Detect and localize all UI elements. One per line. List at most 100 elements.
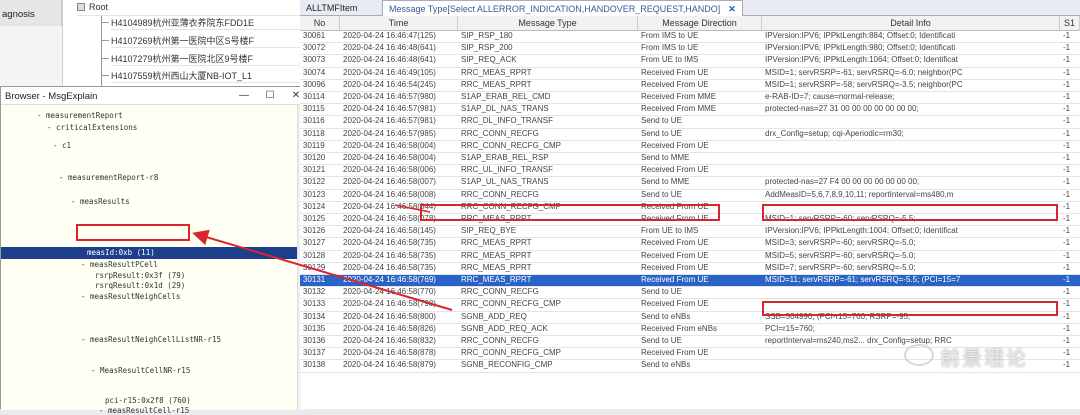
table-cell: 30121 [303,165,326,175]
table-cell: 2020-04-24 16:46:58(007) [343,177,436,187]
table-cell: IPVersion:IPV6; IPPktLength:980; Offset:… [765,43,956,53]
table-cell: From IMS to UE [641,31,699,40]
window-title: Browser - MsgExplain [5,91,98,102]
table-row[interactable]: 30131 2020-04-24 16:46:58(769) RRC_MEAS_RP… [300,275,1080,288]
table-cell: Received From UE [641,275,709,284]
table-cell: 30123 [303,189,326,199]
table-cell: 2020-04-24 16:46:58(735) [343,262,436,272]
tab-all[interactable]: ALLTMFItem [300,0,363,16]
table-cell: Send to UE [641,287,682,297]
table-cell: -1 [1063,238,1071,248]
table-cell: IPVersion:IPV6; IPPktLength:884; Offset:… [765,31,956,40]
table-cell: 2020-04-24 16:46:58(879) [343,360,436,370]
table-row[interactable]: 30118 2020-04-24 16:46:57(985) RRC_CONN_RE… [300,129,1080,141]
tab-message-filter[interactable]: Message Type[Select ALLERROR_INDICATION,… [382,0,743,16]
table-row[interactable]: 30096 2020-04-24 16:46:54(245) RRC_MEAS_RP… [300,80,1080,92]
table-cell: Received From UE [641,79,709,89]
table-cell: 30096 [303,79,326,89]
tree-node[interactable]: rsrpResult:0x3f (79) [95,271,185,280]
table-cell: 30135 [303,323,326,333]
table-row[interactable]: 30116 2020-04-24 16:46:57(981) RRC_DL_INFO… [300,116,1080,129]
highlight-box-detail-msid11 [762,301,1058,316]
tree-node-selected[interactable]: measId:0xb (11) [87,248,155,257]
table-cell: RRC_CONN_RECFG [461,287,539,297]
table-row[interactable]: 30072 2020-04-24 16:46:48(641) SIP_RSP_200… [300,43,1080,56]
tree-node[interactable]: - measResultPCell [81,260,158,269]
table-cell: -1 [1063,43,1071,53]
table-cell: 2020-04-24 16:46:57(981) [343,116,436,126]
table-cell: -1 [1063,189,1071,199]
table-cell [762,141,1060,153]
table-cell: -1 [1063,104,1071,114]
table-cell: -1 [1063,165,1071,175]
window-titlebar[interactable]: Browser - MsgExplain — ☐ ✕ [1,87,309,105]
table-cell: 2020-04-24 16:46:58(004) [343,140,436,150]
table-row[interactable]: 30128 2020-04-24 16:46:58(735) RRC_MEAS_RP… [300,251,1080,263]
table-row[interactable]: 30127 2020-04-24 16:46:58(735) RRC_MEAS_RP… [300,238,1080,251]
table-row[interactable]: 30129 2020-04-24 16:46:58(735) RRC_MEAS_RP… [300,263,1080,275]
column-header[interactable]: S1 [1060,16,1080,31]
tree-node[interactable]: - c1 [53,141,71,150]
table-cell: PCI=r15=760; [765,323,815,333]
tree-node[interactable]: rsrqResult:0x1d (29) [95,281,185,290]
table-row[interactable]: 30120 2020-04-24 16:46:58(004) S1AP_ERAB_R… [300,153,1080,166]
table-cell: -1 [1063,262,1071,272]
table-cell: 30131 [303,275,326,284]
tree-node[interactable]: - measResultNeighCellListNR-r15 [81,335,221,344]
table-cell: Received From eNBs [641,323,718,333]
table-row[interactable]: 30132 2020-04-24 16:46:58(770) RRC_CONN_RE… [300,287,1080,300]
table-cell: RRC_MEAS_RPRT [461,79,532,89]
table-cell: MSID=1; servRSRP=-58; servRSRQ=-3.5; nei… [765,79,963,89]
tree-node[interactable]: - measResultNeighCells [81,292,180,301]
table-row[interactable]: 30135 2020-04-24 16:46:58(826) SGNB_ADD_RE… [300,324,1080,336]
tree-node[interactable]: - MeasResultCellNR-r15 [91,366,190,375]
tree-node[interactable]: - measResultCell-r15 [99,406,189,415]
close-icon[interactable]: ✕ [728,4,736,14]
minimize-button[interactable]: — [237,89,251,103]
tree-node[interactable]: - criticalExtensions [47,123,137,132]
tree-node[interactable]: - measurementReport-r8 [59,173,158,182]
table-row[interactable]: 30123 2020-04-24 16:46:58(008) RRC_CONN_RE… [300,190,1080,202]
diagnosis-tab[interactable]: agnosis [0,0,62,26]
table-cell: 2020-04-24 16:46:58(770) [343,287,436,297]
table-row[interactable]: 30126 2020-04-24 16:46:58(145) SIP_REQ_BYE… [300,226,1080,239]
table-cell: SGNB_ADD_REQ_ACK [461,323,548,333]
table-row[interactable]: 30073 2020-04-24 16:46:48(641) SIP_REQ_ACK… [300,55,1080,68]
table-cell: 2020-04-24 16:46:57(981) [343,104,436,114]
table-row[interactable]: 30114 2020-04-24 16:46:57(980) S1AP_ERAB_R… [300,92,1080,105]
table-row[interactable]: 30119 2020-04-24 16:46:58(004) RRC_CONN_RE… [300,141,1080,153]
table-cell: Send to MME [641,153,690,162]
table-row[interactable]: 30061 2020-04-24 16:46:47(125) SIP_RSP_180… [300,31,1080,44]
column-header[interactable]: Message Type [458,16,638,31]
table-cell: 30132 [303,287,326,297]
column-header[interactable]: Message Direction [638,16,762,31]
table-cell: 30073 [303,55,326,65]
table-cell: S1AP_ERAB_REL_CMD [461,92,551,101]
column-header[interactable]: Detail Info [762,16,1060,31]
table-cell: -1 [1063,275,1071,284]
wechat-icon [904,344,934,366]
table-cell: 2020-04-24 16:46:58(145) [343,226,436,236]
table-cell: RRC_MEAS_RPRT [461,67,532,77]
table-cell [762,116,1060,128]
column-header[interactable]: Time [340,16,458,31]
table-cell: 30061 [303,31,326,40]
table-cell: RRC_MEAS_RPRT [461,275,532,284]
maximize-button[interactable]: ☐ [263,89,277,103]
tab-bar: ALLTMFItem Message Type[Select ALLERROR_… [300,0,1080,16]
table-cell: 30129 [303,262,326,272]
table-cell: 2020-04-24 16:46:57(980) [343,92,436,101]
table-cell: From IMS to UE [641,43,699,53]
tree-node[interactable]: - measurementReport [37,111,123,120]
tree-node[interactable]: pci-r15:0x2f8 (760) [105,396,191,405]
table-cell: 30072 [303,43,326,53]
table-row[interactable]: 30122 2020-04-24 16:46:58(007) S1AP_UL_NAS… [300,177,1080,190]
table-cell: 2020-04-24 16:46:58(006) [343,165,436,175]
table-row[interactable]: 30074 2020-04-24 16:46:49(105) RRC_MEAS_RP… [300,68,1080,80]
table-row[interactable]: 30115 2020-04-24 16:46:57(981) S1AP_DL_NAS… [300,104,1080,117]
table-row[interactable]: 30121 2020-04-24 16:46:58(006) RRC_UL_INFO… [300,165,1080,178]
table-cell: Send to UE [641,116,682,126]
column-header[interactable]: No [300,16,340,31]
table-cell: SGNB_ADD_REQ [461,311,527,321]
tree-node[interactable]: - measResults [71,197,130,206]
